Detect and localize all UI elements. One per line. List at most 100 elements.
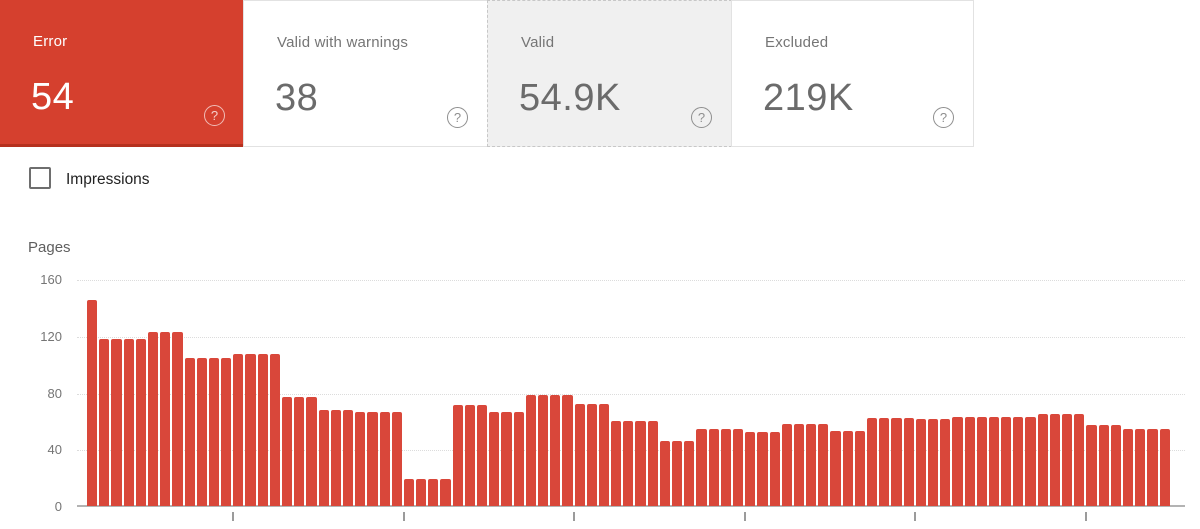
chart-bar[interactable] — [586, 403, 597, 506]
chart-bar[interactable] — [221, 358, 232, 506]
chart-bar[interactable] — [562, 395, 573, 506]
chart-bar[interactable] — [513, 412, 524, 506]
chart-bar[interactable] — [550, 395, 561, 506]
chart-bar[interactable] — [537, 395, 549, 506]
chart-bar[interactable] — [330, 409, 341, 506]
chart-bar[interactable] — [647, 420, 658, 506]
chart-bar[interactable] — [732, 429, 744, 506]
chart-bar[interactable] — [416, 479, 427, 506]
chart-bar[interactable] — [976, 416, 987, 506]
chart-bar[interactable] — [489, 412, 500, 506]
chart-bar[interactable] — [135, 338, 146, 506]
chart-bar[interactable] — [915, 419, 926, 506]
chart-bar[interactable] — [477, 405, 488, 506]
chart-bar[interactable] — [318, 409, 329, 506]
chart-bar[interactable] — [854, 430, 865, 506]
chart-bar[interactable] — [988, 416, 1000, 506]
chart-bar[interactable] — [391, 412, 402, 506]
chart-bar[interactable] — [147, 331, 159, 506]
chart-bar[interactable] — [452, 405, 463, 506]
chart-bar[interactable] — [440, 479, 451, 506]
chart-bar[interactable] — [123, 338, 134, 506]
chart-bar[interactable] — [598, 403, 610, 506]
chart-bar[interactable] — [160, 331, 171, 506]
chart-bar[interactable] — [867, 418, 878, 506]
chart-bar[interactable] — [1062, 413, 1073, 506]
chart-bar[interactable] — [964, 416, 975, 506]
chart-bar[interactable] — [196, 358, 207, 506]
chart-bar[interactable] — [1122, 429, 1134, 506]
chart-bar[interactable] — [379, 412, 390, 506]
chart-bar[interactable] — [757, 432, 768, 506]
chart-bar[interactable] — [952, 416, 963, 506]
chart-bar[interactable] — [233, 354, 244, 506]
chart-bar[interactable] — [611, 420, 622, 506]
chart-bar[interactable] — [1074, 413, 1085, 506]
chart-bar[interactable] — [257, 354, 268, 506]
chart-y-axis-title: Pages — [28, 239, 71, 256]
chart-bar[interactable] — [793, 423, 805, 506]
help-icon[interactable]: ? — [691, 107, 712, 128]
chart-bar[interactable] — [635, 420, 646, 506]
card-excluded[interactable]: Excluded 219K ? — [731, 0, 974, 147]
chart-bar[interactable] — [903, 418, 914, 506]
chart-bar[interactable] — [1013, 416, 1024, 506]
chart-bar[interactable] — [294, 396, 305, 506]
chart-bar[interactable] — [574, 403, 585, 506]
chart-bar[interactable] — [1098, 425, 1109, 506]
card-valid-with-warnings[interactable]: Valid with warnings 38 ? — [243, 0, 488, 147]
help-icon[interactable]: ? — [447, 107, 468, 128]
chart-bar[interactable] — [367, 412, 378, 506]
chart-bar[interactable] — [1110, 425, 1121, 506]
chart-bar[interactable] — [1001, 416, 1012, 506]
chart-bar[interactable] — [208, 358, 220, 506]
chart-bar[interactable] — [1159, 429, 1170, 506]
chart-bar[interactable] — [696, 429, 707, 506]
help-icon[interactable]: ? — [933, 107, 954, 128]
chart-bar[interactable] — [720, 429, 731, 506]
chart-bar[interactable] — [879, 418, 890, 506]
chart-bar[interactable] — [1025, 416, 1036, 506]
card-valid[interactable]: Valid 54.9K ? — [487, 0, 732, 147]
chart-bar[interactable] — [745, 432, 756, 506]
chart-bar[interactable] — [818, 423, 829, 506]
chart-bar[interactable] — [269, 354, 280, 506]
chart-bar[interactable] — [306, 396, 317, 506]
chart-bar[interactable] — [684, 440, 695, 506]
chart-bar[interactable] — [87, 300, 98, 506]
chart-bar[interactable] — [501, 412, 512, 506]
chart-bar[interactable] — [830, 430, 841, 506]
chart-bar[interactable] — [1037, 413, 1048, 506]
chart-bar[interactable] — [708, 429, 719, 506]
chart-bar[interactable] — [891, 418, 902, 506]
chart-bar[interactable] — [659, 440, 670, 506]
chart-bar[interactable] — [403, 479, 415, 506]
card-error[interactable]: Error 54 ? — [0, 0, 244, 147]
chart-bar[interactable] — [1147, 429, 1158, 506]
chart-bar[interactable] — [355, 412, 366, 506]
impressions-checkbox[interactable] — [29, 167, 51, 189]
chart-bar[interactable] — [842, 430, 853, 506]
chart-bar[interactable] — [1049, 413, 1060, 506]
chart-bar[interactable] — [282, 396, 293, 506]
chart-bar[interactable] — [1086, 425, 1097, 506]
chart-bar[interactable] — [245, 354, 256, 506]
chart-bar[interactable] — [806, 423, 817, 506]
chart-bar[interactable] — [781, 423, 792, 506]
chart-bar[interactable] — [172, 331, 183, 506]
chart-bar[interactable] — [672, 440, 683, 506]
chart-bar[interactable] — [111, 338, 122, 506]
chart-bar[interactable] — [184, 358, 195, 506]
help-icon[interactable]: ? — [204, 105, 225, 126]
chart-bar[interactable] — [1135, 429, 1146, 506]
chart-bar[interactable] — [428, 479, 439, 506]
chart-bar[interactable] — [464, 405, 475, 506]
chart-bar[interactable] — [940, 419, 951, 506]
chart-bar[interactable] — [342, 409, 354, 506]
chart-bar[interactable] — [769, 432, 780, 506]
chart-bar[interactable] — [99, 338, 110, 506]
chart-bar[interactable] — [525, 395, 536, 506]
chart-bar[interactable] — [623, 420, 634, 506]
chart-bars — [87, 279, 1170, 506]
chart-bar[interactable] — [927, 419, 939, 506]
